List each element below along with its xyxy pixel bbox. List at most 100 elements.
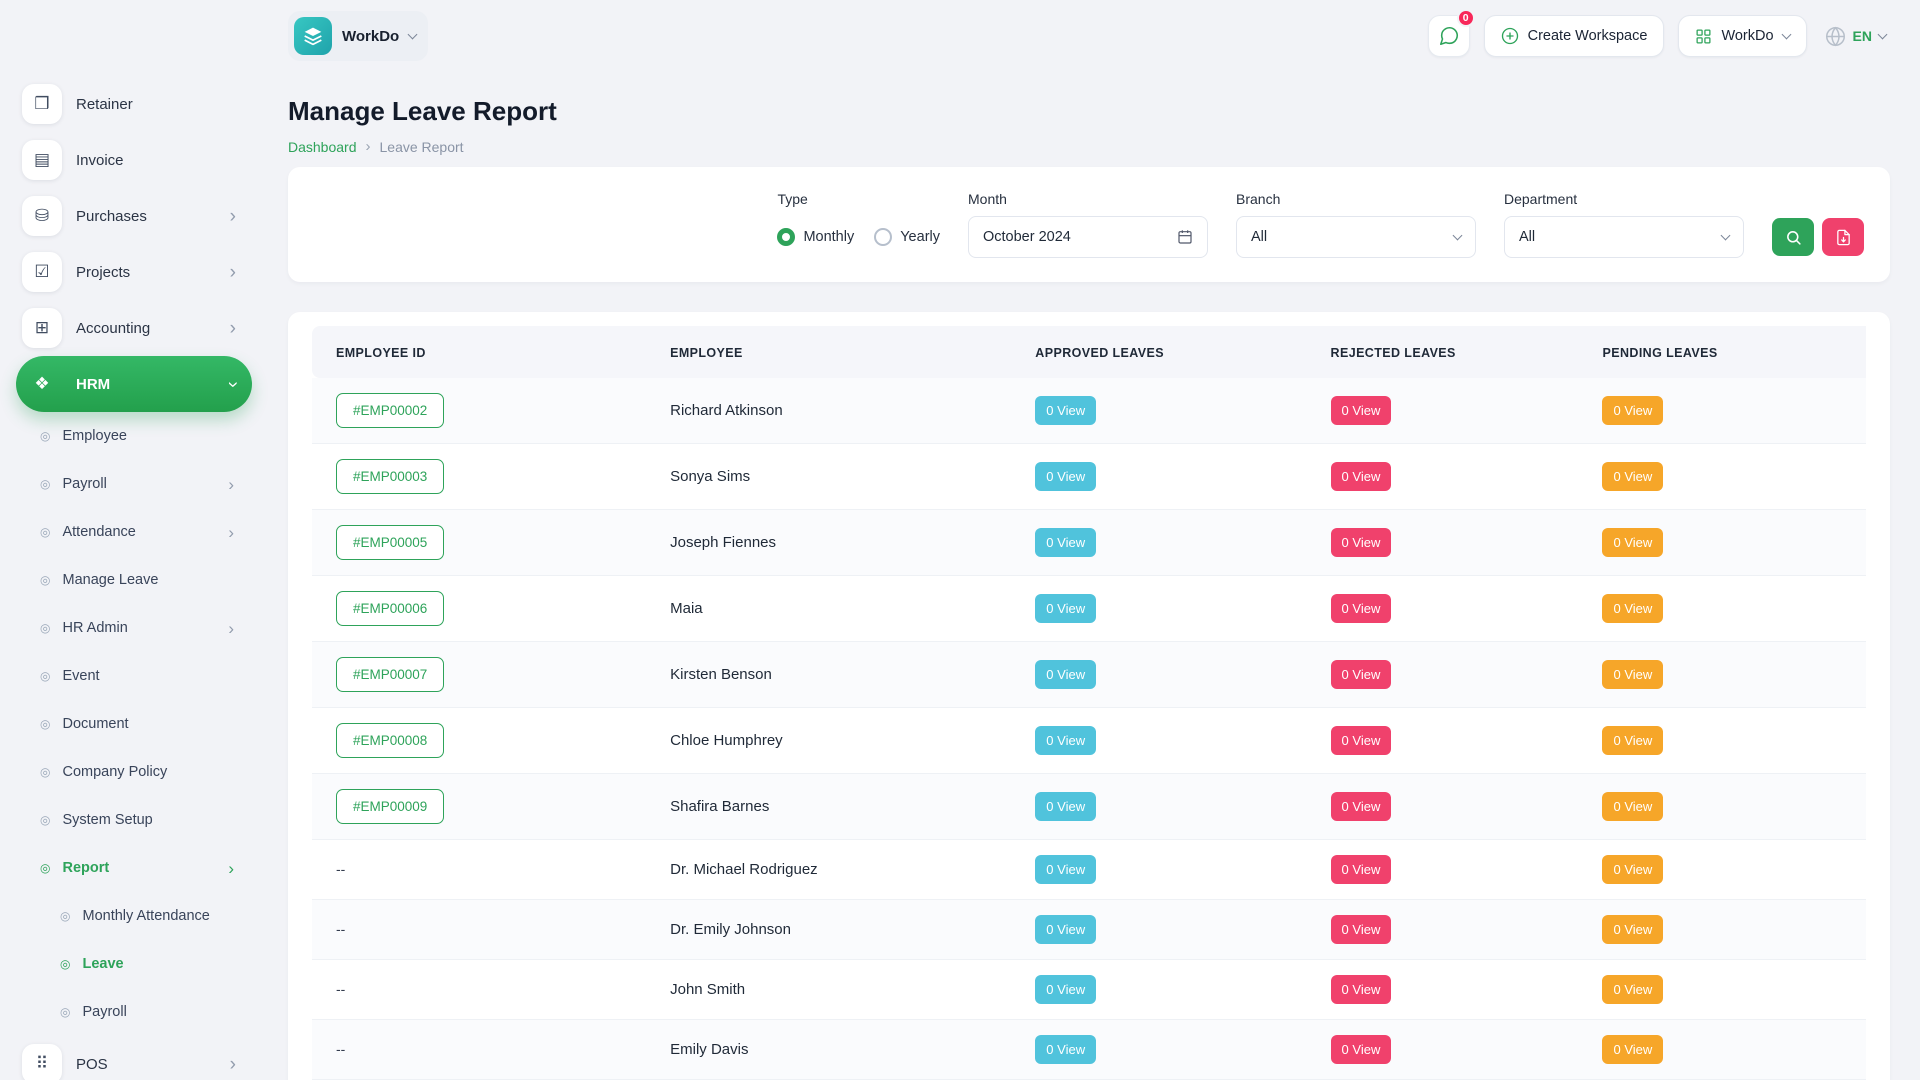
chevron-down-icon bbox=[1878, 29, 1888, 39]
language-label: EN bbox=[1853, 28, 1872, 44]
rejected-view-badge[interactable]: 0 View bbox=[1331, 726, 1392, 755]
chevron-right-icon: › bbox=[223, 381, 242, 387]
pending-view-badge[interactable]: 0 View bbox=[1602, 396, 1663, 425]
employee-name: Shafira Barnes bbox=[646, 774, 1011, 840]
approved-view-badge[interactable]: 0 View bbox=[1035, 915, 1096, 944]
pending-leaves-cell: 0 View bbox=[1578, 510, 1866, 576]
sidebar-item[interactable]: Retainer › bbox=[16, 76, 252, 132]
employee-id-button[interactable]: -- bbox=[336, 1041, 345, 1057]
sidebar-subitem[interactable]: ◎ Attendance › bbox=[16, 508, 252, 556]
sidebar-subitem[interactable]: ◎ Report › bbox=[16, 844, 252, 892]
pending-view-badge[interactable]: 0 View bbox=[1602, 975, 1663, 1004]
employee-id-button[interactable]: -- bbox=[336, 981, 345, 997]
rejected-view-badge[interactable]: 0 View bbox=[1331, 975, 1392, 1004]
approved-view-badge[interactable]: 0 View bbox=[1035, 594, 1096, 623]
employee-id-button[interactable]: #EMP00008 bbox=[336, 723, 444, 758]
workspace-switcher[interactable]: WorkDo bbox=[1678, 15, 1806, 57]
employee-id-button[interactable]: -- bbox=[336, 921, 345, 937]
chevron-down-icon bbox=[1781, 29, 1791, 39]
employee-id-button[interactable]: -- bbox=[336, 861, 345, 877]
sidebar-item[interactable]: Invoice › bbox=[16, 132, 252, 188]
rejected-view-badge[interactable]: 0 View bbox=[1331, 462, 1392, 491]
messages-button[interactable]: 0 bbox=[1428, 15, 1470, 57]
approved-view-badge[interactable]: 0 View bbox=[1035, 528, 1096, 557]
sidebar-subitem[interactable]: ◎ Event › bbox=[16, 652, 252, 700]
sidebar-subsubitem[interactable]: ◎ Payroll › bbox=[16, 988, 252, 1036]
sidebar-item[interactable]: Accounting › bbox=[16, 300, 252, 356]
branch-select[interactable]: All bbox=[1236, 216, 1476, 258]
sidebar-item[interactable]: Purchases › bbox=[16, 188, 252, 244]
employee-name: Emily Davis bbox=[646, 1020, 1011, 1080]
search-button[interactable] bbox=[1772, 218, 1814, 256]
rejected-view-badge[interactable]: 0 View bbox=[1331, 594, 1392, 623]
topbar-actions: 0 Create Workspace WorkDo EN bbox=[1428, 15, 1890, 57]
pending-view-badge[interactable]: 0 View bbox=[1602, 528, 1663, 557]
employee-id-button[interactable]: #EMP00006 bbox=[336, 591, 444, 626]
sidebar-subsubitem[interactable]: ◎ Leave › bbox=[16, 940, 252, 988]
month-input[interactable]: October 2024 bbox=[968, 216, 1208, 258]
pending-view-badge[interactable]: 0 View bbox=[1602, 792, 1663, 821]
pending-view-badge[interactable]: 0 View bbox=[1602, 855, 1663, 884]
rejected-view-badge[interactable]: 0 View bbox=[1331, 792, 1392, 821]
breadcrumb-dashboard-link[interactable]: Dashboard bbox=[288, 139, 357, 155]
sidebar-subitem[interactable]: ◎ Employee › bbox=[16, 412, 252, 460]
pending-view-badge[interactable]: 0 View bbox=[1602, 594, 1663, 623]
export-button[interactable] bbox=[1822, 218, 1864, 256]
employee-id-button[interactable]: #EMP00009 bbox=[336, 789, 444, 824]
pending-leaves-cell: 0 View bbox=[1578, 840, 1866, 900]
rejected-view-badge[interactable]: 0 View bbox=[1331, 528, 1392, 557]
approved-view-badge[interactable]: 0 View bbox=[1035, 792, 1096, 821]
chevron-down-icon bbox=[1721, 230, 1731, 240]
employee-id-button[interactable]: #EMP00003 bbox=[336, 459, 444, 494]
employee-id-button[interactable]: #EMP00005 bbox=[336, 525, 444, 560]
pending-view-badge[interactable]: 0 View bbox=[1602, 660, 1663, 689]
sidebar-subitem[interactable]: ◎ Manage Leave › bbox=[16, 556, 252, 604]
sidebar-subsubitem[interactable]: ◎ Monthly Attendance › bbox=[16, 892, 252, 940]
bullet-icon: ◎ bbox=[40, 574, 50, 586]
rejected-view-badge[interactable]: 0 View bbox=[1331, 396, 1392, 425]
sidebar-subitem[interactable]: ◎ Document › bbox=[16, 700, 252, 748]
pending-view-badge[interactable]: 0 View bbox=[1602, 462, 1663, 491]
pending-view-badge[interactable]: 0 View bbox=[1602, 726, 1663, 755]
rejected-view-badge[interactable]: 0 View bbox=[1331, 855, 1392, 884]
approved-view-badge[interactable]: 0 View bbox=[1035, 855, 1096, 884]
column-header: REJECTED LEAVES bbox=[1307, 326, 1579, 378]
sidebar-subitem[interactable]: ◎ Payroll › bbox=[16, 460, 252, 508]
approved-view-badge[interactable]: 0 View bbox=[1035, 660, 1096, 689]
sidebar-item[interactable]: Projects › bbox=[16, 244, 252, 300]
create-workspace-button[interactable]: Create Workspace bbox=[1484, 15, 1665, 57]
rejected-view-badge[interactable]: 0 View bbox=[1331, 660, 1392, 689]
type-yearly-radio[interactable]: Yearly bbox=[874, 228, 940, 246]
breadcrumb-separator: › bbox=[366, 138, 371, 155]
approved-view-badge[interactable]: 0 View bbox=[1035, 462, 1096, 491]
rejected-view-badge[interactable]: 0 View bbox=[1331, 1035, 1392, 1064]
sidebar-subitem[interactable]: ◎ HR Admin › bbox=[16, 604, 252, 652]
sidebar-subitem[interactable]: ◎ Company Policy › bbox=[16, 748, 252, 796]
approved-view-badge[interactable]: 0 View bbox=[1035, 1035, 1096, 1064]
approved-view-badge[interactable]: 0 View bbox=[1035, 396, 1096, 425]
bullet-icon: ◎ bbox=[40, 670, 50, 682]
employee-id-button[interactable]: #EMP00007 bbox=[336, 657, 444, 692]
workspace-logo-dropdown[interactable]: WorkDo bbox=[288, 11, 428, 61]
sidebar: Retainer › Invoice › Purchases › Project… bbox=[0, 0, 264, 1080]
monthly-label: Monthly bbox=[803, 229, 854, 245]
employee-id-button[interactable]: #EMP00002 bbox=[336, 393, 444, 428]
sidebar-item-pos[interactable]: POS › bbox=[16, 1036, 252, 1080]
pending-view-badge[interactable]: 0 View bbox=[1602, 1035, 1663, 1064]
sidebar-item[interactable]: HRM › bbox=[16, 356, 252, 412]
approved-view-badge[interactable]: 0 View bbox=[1035, 726, 1096, 755]
rejected-view-badge[interactable]: 0 View bbox=[1331, 915, 1392, 944]
department-select[interactable]: All bbox=[1504, 216, 1744, 258]
bullet-icon: ◎ bbox=[40, 478, 50, 490]
type-monthly-radio[interactable]: Monthly bbox=[777, 228, 854, 246]
pending-view-badge[interactable]: 0 View bbox=[1602, 915, 1663, 944]
chevron-down-icon bbox=[408, 29, 418, 39]
pos-icon bbox=[22, 1044, 62, 1080]
pending-leaves-cell: 0 View bbox=[1578, 960, 1866, 1020]
workspace-name: WorkDo bbox=[342, 28, 399, 45]
table-row: #EMP00006 Maia 0 View 0 View 0 View bbox=[312, 576, 1866, 642]
language-switcher[interactable]: EN bbox=[1821, 26, 1890, 47]
branch-filter-group: Branch All bbox=[1236, 191, 1476, 258]
sidebar-subitem[interactable]: ◎ System Setup › bbox=[16, 796, 252, 844]
approved-view-badge[interactable]: 0 View bbox=[1035, 975, 1096, 1004]
